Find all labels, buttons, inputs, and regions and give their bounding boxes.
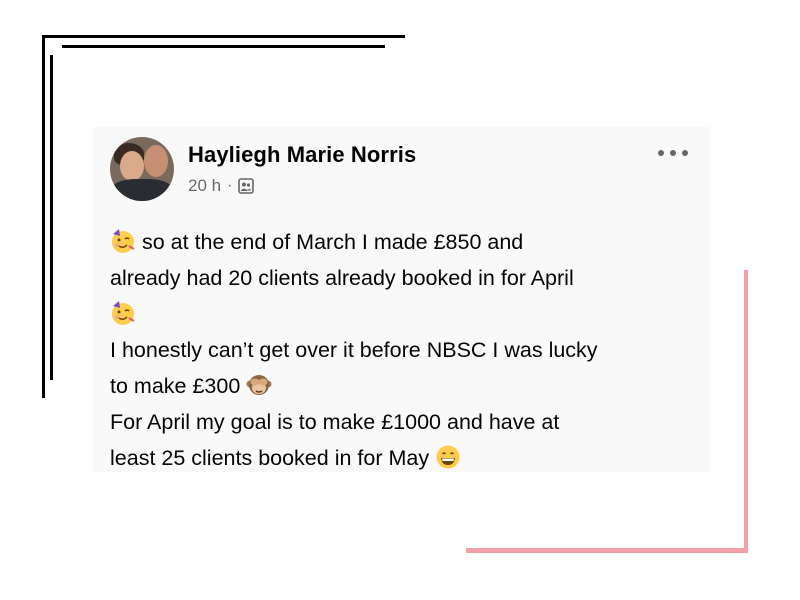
post-text: so at the end of March I made £850 and a…: [110, 224, 690, 476]
partying-face-icon: [112, 301, 135, 325]
friends-audience-icon[interactable]: [238, 178, 255, 194]
more-options-icon[interactable]: [658, 143, 688, 163]
grinning-face-icon: [436, 445, 460, 469]
post-line: For April my goal is to make £1000 and h…: [110, 410, 560, 434]
decorative-frame-right-accent: [744, 270, 748, 553]
meta-separator: ·: [227, 177, 233, 194]
post-line: to make £300: [110, 368, 690, 404]
decorative-frame-left-outer: [42, 35, 45, 398]
post-line: least 25 clients booked in for May: [110, 440, 690, 476]
partying-face-icon: [112, 229, 135, 253]
avatar[interactable]: [110, 137, 174, 201]
post-line: I honestly can’t get over it before NBSC…: [110, 338, 598, 362]
decorative-frame-bottom-accent: [466, 548, 748, 553]
see-no-evil-monkey-icon: [246, 375, 272, 395]
post-card: Hayliegh Marie Norris 20 h · so at the e…: [93, 127, 710, 472]
post-meta: 20 h ·: [188, 176, 255, 196]
post-line: already had 20 clients already booked in…: [110, 266, 574, 290]
post-line: so at the end of March I made £850 and: [110, 224, 690, 260]
post-line: [110, 296, 690, 332]
decorative-frame-left-inner: [50, 55, 53, 380]
decorative-frame-top-inner: [62, 45, 385, 48]
decorative-frame-top-outer: [42, 35, 405, 38]
post-author-name[interactable]: Hayliegh Marie Norris: [188, 142, 416, 168]
post-timestamp[interactable]: 20 h: [188, 176, 221, 196]
